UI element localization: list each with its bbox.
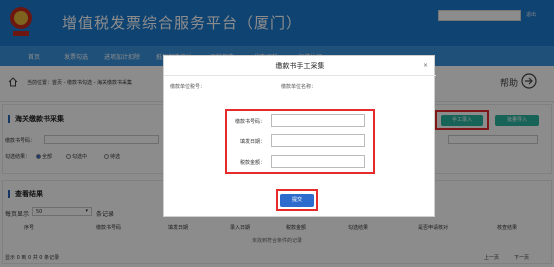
payment-number-label: 缴款书号码：	[234, 119, 265, 125]
payment-number-field[interactable]	[271, 114, 365, 127]
close-icon[interactable]: ×	[423, 62, 428, 69]
taxpayer-name-label: 缴款单位名称：	[281, 84, 317, 90]
modal-title: 缴款书手工采集	[164, 56, 436, 76]
tax-amount-label: 税款金额：	[239, 160, 265, 166]
manual-collect-modal: 缴款书手工采集 × 缴款单位税号： 缴款单位名称： 缴款书号码： 填发日期： 税…	[163, 55, 436, 217]
taxpayer-id-label: 缴款单位税号：	[170, 84, 206, 90]
tax-amount-field[interactable]	[271, 155, 365, 168]
issue-date-field[interactable]	[271, 134, 365, 147]
submit-button[interactable]: 提交	[280, 194, 314, 207]
issue-date-label: 填发日期：	[239, 139, 265, 145]
